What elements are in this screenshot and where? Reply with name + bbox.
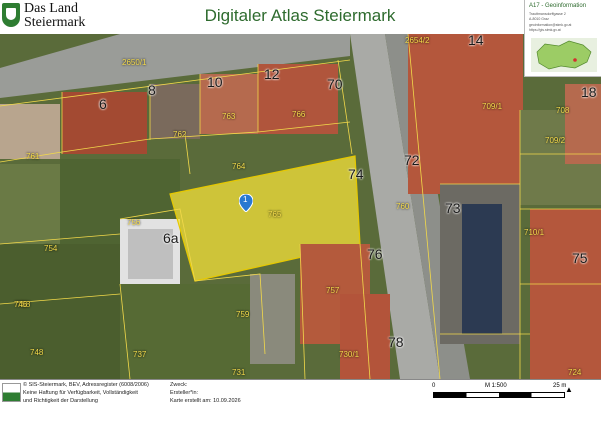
house-number: 6 (99, 96, 107, 112)
parcel-number: 765 (268, 210, 282, 219)
info-title: A17 - Geoinformation (529, 3, 587, 9)
parcel-number: 757 (326, 286, 340, 295)
land-steiermark-logo: Das Land Steiermark (2, 1, 86, 31)
info-email: geoinformation@stmk.gv.at (529, 23, 572, 27)
parcel-number: 2650/1 (122, 58, 147, 67)
logo-line-2: Steiermark (24, 15, 86, 30)
house-number: 10 (207, 74, 223, 90)
house-number: 6a (163, 230, 179, 246)
house-number: 74 (348, 166, 364, 182)
parcel-number: 756 (127, 218, 141, 227)
parcel-number: 731 (232, 368, 246, 377)
parcel-number: 2654/2 (405, 36, 430, 45)
map-canvas[interactable] (0, 34, 601, 379)
parcel-number: 709/1 (482, 102, 503, 111)
parcel-number: 710/1 (524, 228, 545, 237)
parcel-number: 759 (236, 310, 250, 319)
parcel-number: 708 (556, 106, 570, 115)
scale-bar (433, 392, 565, 398)
header: Das Land Steiermark Digitaler Atlas Stei… (0, 0, 601, 34)
page-title: Digitaler Atlas Steiermark (204, 6, 396, 25)
house-number: 72 (404, 152, 420, 168)
house-number: 8 (148, 82, 156, 98)
parcel-number: 730/1 (339, 350, 360, 359)
north-arrow-icon: ▲ (565, 385, 573, 394)
parcel-number: 746 (14, 300, 28, 309)
house-number: 12 (264, 66, 280, 82)
parcel-number: 766 (292, 110, 306, 119)
scale-label: M 1:500 (485, 383, 507, 389)
parcel-number: 748 (30, 348, 44, 357)
ersteller-label: Ersteller*in: (170, 390, 199, 396)
footer: © SIS-Steiermark, BEV, Adressregister (6… (0, 379, 601, 447)
info-address-1: Trauttmansdorffgasse 2 (529, 12, 566, 16)
parcel-number: 724 (568, 368, 582, 377)
scale-zero: 0 (432, 383, 436, 389)
created-date: Karte erstellt am: 10.09.2026 (170, 398, 241, 404)
source-line-3: und Richtigkeit der Darstellung (23, 398, 98, 404)
house-number: 73 (445, 200, 461, 216)
zweck-label: Zweck: (170, 382, 188, 388)
house-number: 76 (367, 246, 383, 262)
parcel-number: 763 (222, 112, 236, 121)
marker-label: 1 (243, 195, 248, 204)
house-number: 75 (572, 250, 588, 266)
overview-map-icon (531, 38, 597, 72)
info-box: A17 - Geoinformation Trauttmansdorffgass… (524, 0, 601, 77)
parcel-number: 764 (232, 162, 246, 171)
house-number: 78 (388, 334, 404, 350)
house-number: 18 (581, 84, 597, 100)
parcel-number: 762 (173, 130, 187, 139)
parcel-number: 709/2 (545, 136, 566, 145)
coat-of-arms-icon (2, 3, 20, 27)
info-address-2: A-8010 Graz (529, 17, 549, 21)
source-line-1: © SIS-Steiermark, BEV, Adressregister (6… (23, 382, 149, 388)
source-line-2: Keine Haftung für Verfügbarkeit, Vollstä… (23, 390, 138, 396)
steiermark-flag-icon (2, 383, 21, 402)
house-number: 14 (468, 34, 484, 48)
aerial-map[interactable]: 1 14 12 10 8 6 72 70 74 76 78 73 75 6a 1… (0, 34, 601, 379)
parcel-number: 754 (44, 244, 58, 253)
house-number: 70 (327, 76, 343, 92)
parcel-number: 737 (133, 350, 147, 359)
parcel-number: 760 (396, 202, 410, 211)
info-url: https://gis.stmk.gv.at (529, 28, 561, 32)
parcel-number: 761 (26, 152, 40, 161)
